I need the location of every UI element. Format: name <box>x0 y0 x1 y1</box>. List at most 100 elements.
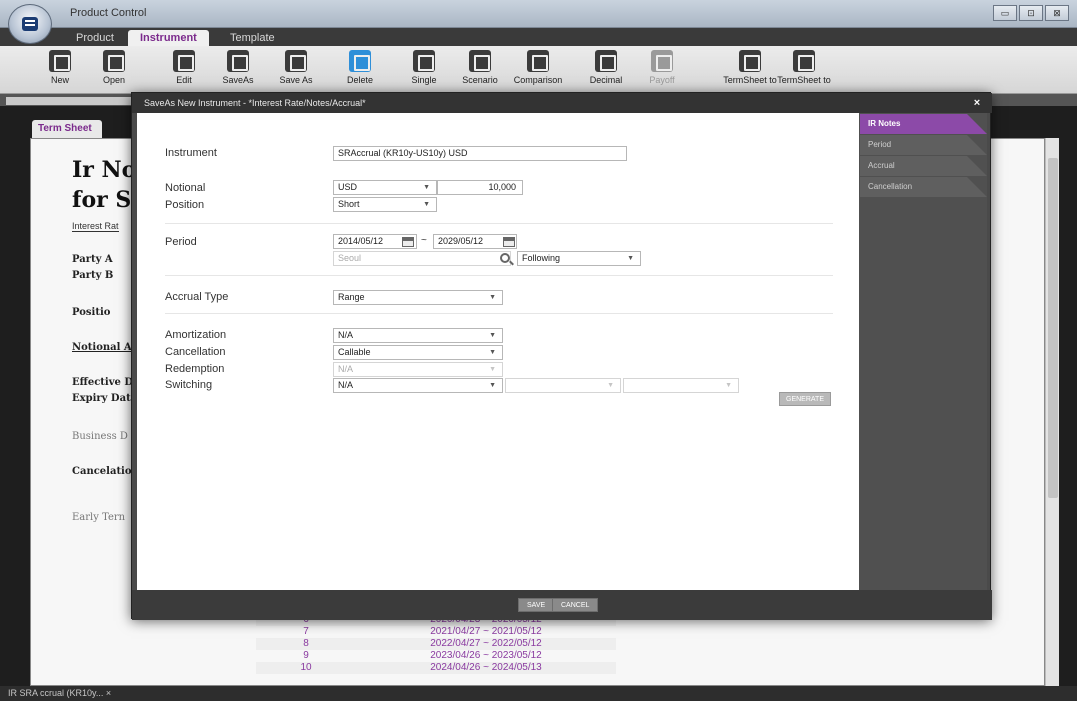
ribbon-tab-bar: Product Instrument Template <box>0 28 1077 46</box>
doc-row-party-b: Party B <box>72 270 114 281</box>
calendar-icon[interactable] <box>503 237 515 247</box>
instrument-name-field[interactable]: SRAccrual (KR10y-US10y) USD <box>333 146 627 161</box>
side-nav-accrual[interactable]: Accrual <box>860 156 987 176</box>
dialog-close-button[interactable]: × <box>970 96 984 110</box>
dialog-side-nav: IR Notes Period Accrual Cancellation <box>859 113 987 590</box>
loading-bar <box>6 97 136 105</box>
side-nav-cancellation[interactable]: Cancellation <box>860 177 987 197</box>
instrument-label: Instrument <box>165 147 217 159</box>
divider <box>165 313 833 314</box>
currency-select[interactable]: USD <box>333 180 437 195</box>
table-row: 7 2021/04/27 ~ 2021/05/12 <box>256 626 616 638</box>
business-day-convention-select[interactable]: Following <box>517 251 641 266</box>
period-number: 7 <box>303 626 309 637</box>
termsheet-to-doc-button[interactable]: TermSheet to <box>772 50 836 85</box>
payoff-button[interactable]: Payoff <box>630 50 694 85</box>
decimal-icon <box>595 50 617 72</box>
position-label: Position <box>165 199 205 211</box>
single-button[interactable]: Single <box>392 50 456 85</box>
window-title: Product Control <box>70 7 147 19</box>
termsheet-to-label-2: TermSheet to <box>777 75 831 85</box>
calendar-icon[interactable] <box>402 237 414 247</box>
scrollbar-thumb[interactable] <box>1048 158 1058 498</box>
decimal-button[interactable]: Decimal <box>574 50 638 85</box>
close-window-button[interactable]: ⊠ <box>1045 5 1069 21</box>
save-as-icon <box>227 50 249 72</box>
save-as-new-button[interactable]: Save As <box>264 50 328 85</box>
termsheet-icon <box>739 50 761 72</box>
side-nav-period[interactable]: Period <box>860 135 987 155</box>
search-icon[interactable] <box>500 253 510 263</box>
divider <box>165 275 833 276</box>
save-as-new-label: Save As <box>279 75 313 85</box>
minimize-button[interactable]: ▭ <box>993 5 1017 21</box>
save-as-dialog: SaveAs New Instrument - *Interest Rate/N… <box>131 92 992 620</box>
new-doc-icon <box>49 50 71 72</box>
scenario-icon <box>469 50 491 72</box>
comparison-label: Comparison <box>513 75 563 85</box>
tab-product[interactable]: Product <box>64 30 126 46</box>
schedule-table: 62020/04/23 ~ 2020/05/12 72021/04/27 ~ 2… <box>256 614 616 674</box>
table-row: 8 2022/04/27 ~ 2022/05/12 <box>256 638 616 650</box>
save-as-label: SaveAs <box>222 75 254 85</box>
document-subtitle: Interest Rat <box>72 221 119 232</box>
tab-instrument[interactable]: Instrument <box>128 30 209 46</box>
open-button[interactable]: Open <box>82 50 146 85</box>
redemption-select[interactable]: N/A <box>333 362 503 377</box>
divider <box>165 223 833 224</box>
dialog-footer: SAVE CANCEL <box>132 590 992 620</box>
switching-detail-select[interactable] <box>623 378 739 393</box>
notional-label: Notional <box>165 182 206 194</box>
period-dates: 2021/04/27 ~ 2021/05/12 <box>430 626 542 637</box>
side-nav-ir-notes[interactable]: IR Notes <box>860 114 987 134</box>
generate-button[interactable]: GENERATE <box>779 392 831 406</box>
position-select[interactable]: Short <box>333 197 437 212</box>
period-label: Period <box>165 236 197 248</box>
notional-amount-field[interactable]: 10,000 <box>437 180 523 195</box>
title-bar: Product Control ▭ ⊡ ⊠ <box>0 0 1077 28</box>
doc-row-party-a: Party A <box>72 254 113 265</box>
dialog-form: Instrument SRAccrual (KR10y-US10y) USD N… <box>137 113 859 590</box>
status-bar: IR SRA ccrual (KR10y... × <box>0 686 1077 701</box>
cancellation-select[interactable]: Callable <box>333 345 503 360</box>
window-controls: ▭ ⊡ ⊠ <box>993 5 1069 21</box>
comparison-button[interactable]: Comparison <box>506 50 570 85</box>
doc-row-position: Positio <box>72 307 111 318</box>
maximize-button[interactable]: ⊡ <box>1019 5 1043 21</box>
switching-select[interactable]: N/A <box>333 378 503 393</box>
period-dates: 2022/04/27 ~ 2022/05/12 <box>430 638 542 649</box>
cancel-button[interactable]: CANCEL <box>552 598 599 612</box>
period-number: 9 <box>303 650 309 661</box>
save-button[interactable]: SAVE <box>518 598 555 612</box>
decimal-label: Decimal <box>589 75 623 85</box>
save-as-button[interactable]: SaveAs <box>206 50 270 85</box>
tab-term-sheet[interactable]: Term Sheet <box>32 120 102 138</box>
document-scrollbar[interactable] <box>1045 138 1059 686</box>
amortization-select[interactable]: N/A <box>333 328 503 343</box>
scenario-label: Scenario <box>462 75 498 85</box>
ribbon-toolbar: New Open Edit SaveAs Save As Delete Sing… <box>0 46 1077 94</box>
period-dates: 2023/04/26 ~ 2023/05/12 <box>430 650 542 661</box>
period-dates: 2024/04/26 ~ 2024/05/13 <box>430 662 542 673</box>
doc-row-early-termination: Early Tern <box>72 512 126 523</box>
amortization-label: Amortization <box>165 329 227 341</box>
accrual-type-select[interactable]: Range <box>333 290 503 305</box>
redemption-label: Redemption <box>165 363 225 375</box>
doc-row-cancellation: Cancelatio <box>72 466 132 477</box>
payoff-label: Payoff <box>649 75 675 85</box>
termsheet-icon <box>793 50 815 72</box>
switching-option-select[interactable] <box>505 378 621 393</box>
open-label: Open <box>102 75 126 85</box>
delete-button[interactable]: Delete <box>328 50 392 85</box>
date-range-separator: ~ <box>421 235 427 246</box>
period-number: 10 <box>300 662 312 673</box>
calendar-city-field[interactable]: Seoul <box>333 251 511 266</box>
tab-template[interactable]: Template <box>218 30 287 46</box>
scenario-button[interactable]: Scenario <box>448 50 512 85</box>
app-menu-button[interactable] <box>8 4 52 44</box>
open-document-tab[interactable]: IR SRA ccrual (KR10y... × <box>8 688 111 698</box>
period-number: 8 <box>303 638 309 649</box>
document-title: Ir No for S <box>72 155 136 215</box>
edit-icon <box>173 50 195 72</box>
single-label: Single <box>411 75 437 85</box>
